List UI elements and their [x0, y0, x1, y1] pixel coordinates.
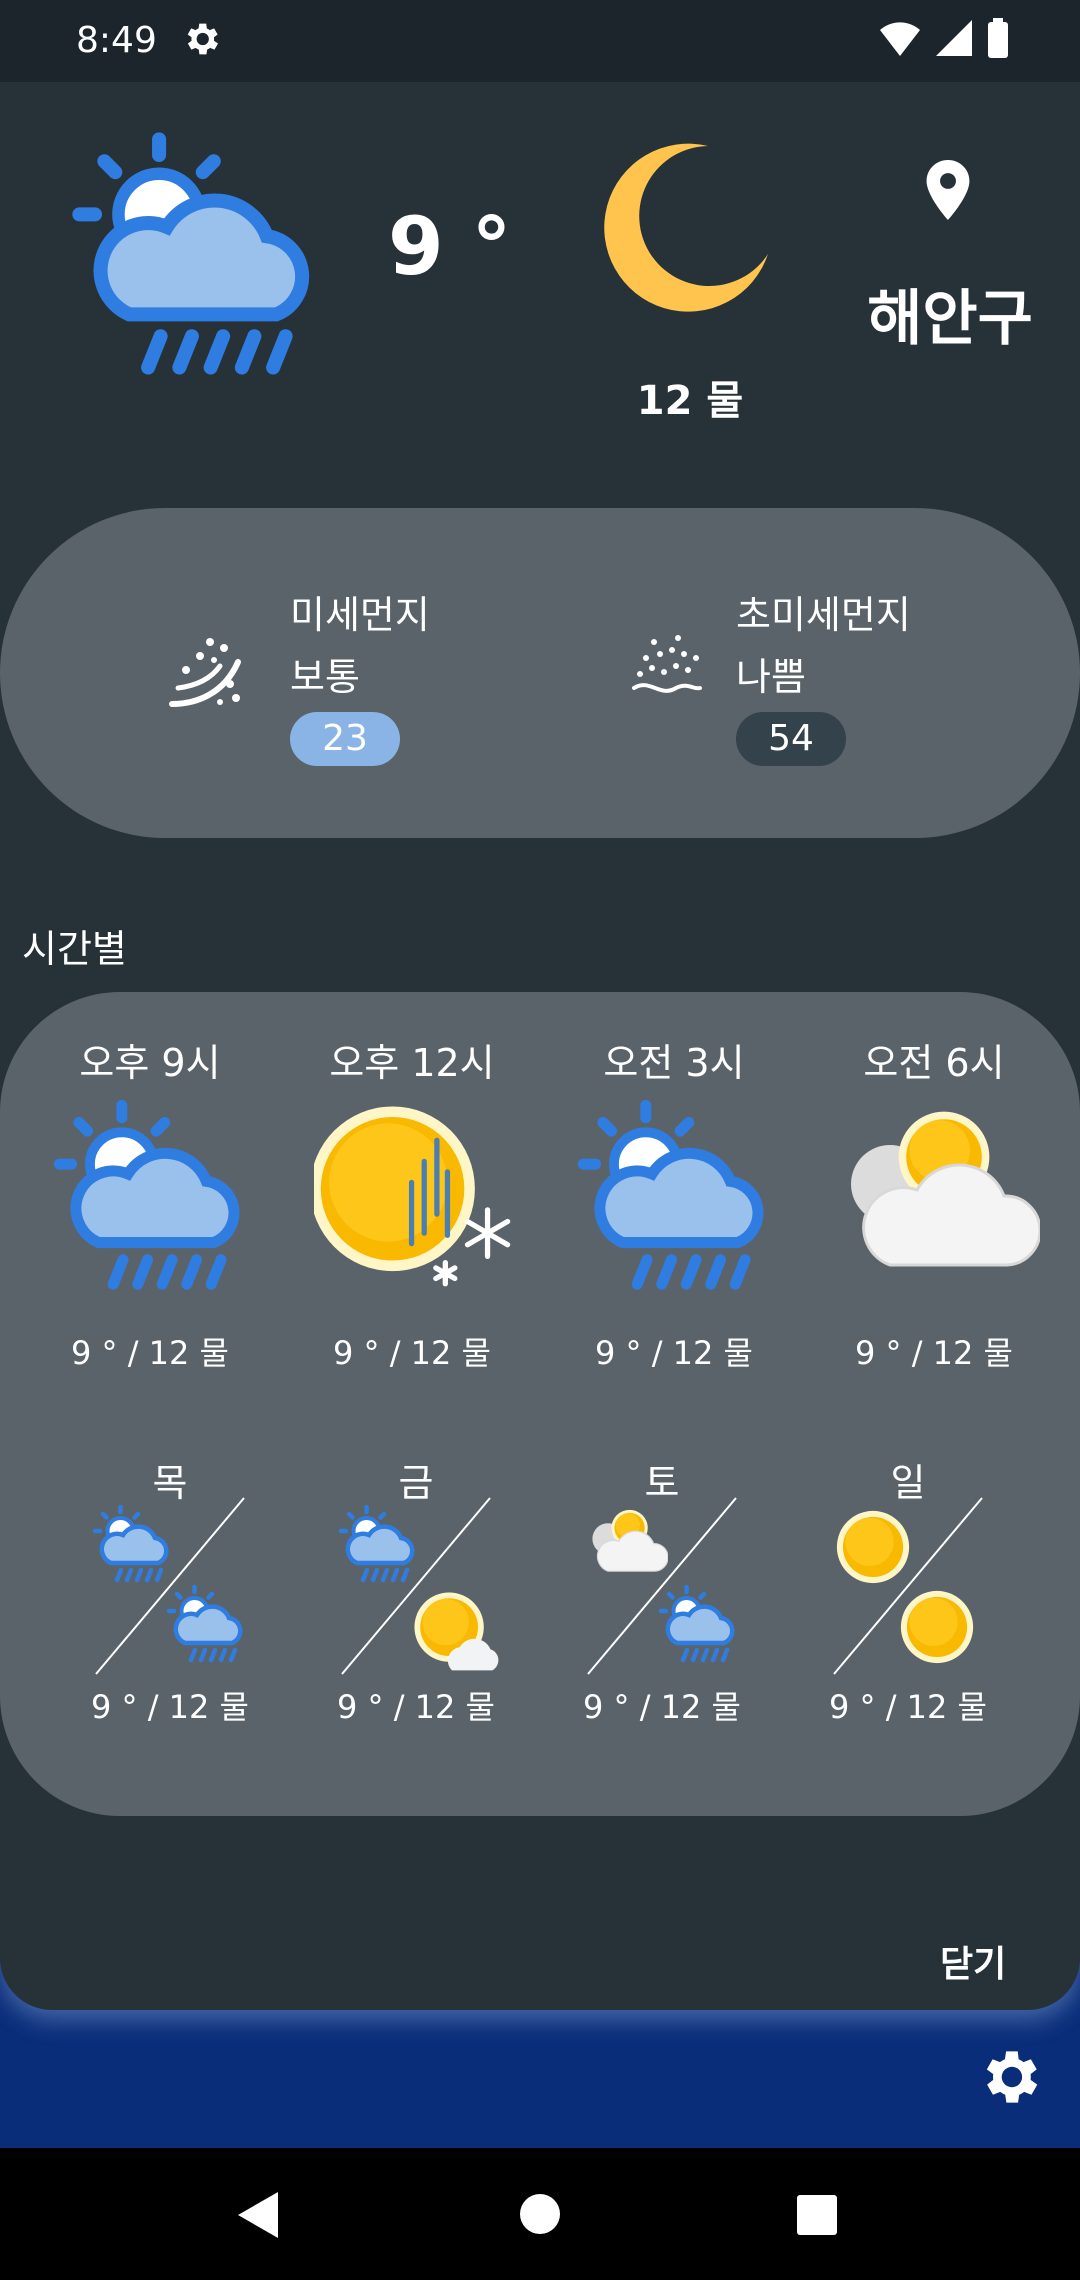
hour-temp: 9 ° / 12 물 — [855, 1334, 1013, 1372]
navigation-bar — [0, 2148, 1080, 2280]
location-pin-icon — [922, 160, 974, 224]
sun-rain-snow-icon — [314, 1098, 526, 1292]
gear-icon — [986, 2051, 1038, 2103]
air-quality-card: 미세먼지 보통 23 초미세먼지 나쁨 54 — [0, 508, 1080, 838]
sun-cloud-icon — [584, 1504, 668, 1580]
hour-label: 오전 3시 — [603, 1041, 745, 1085]
close-button[interactable]: 닫기 — [940, 1935, 1006, 1987]
sun-cloud-rain-icon — [658, 1584, 738, 1668]
sun-cloud-rain-icon — [70, 130, 320, 384]
day-temp: 9 ° / 12 물 — [829, 1688, 987, 1726]
recents-icon[interactable] — [796, 2194, 838, 2236]
home-icon[interactable] — [518, 2192, 562, 2236]
sun-cloud-rain-icon — [52, 1098, 248, 1298]
fine-dust-status: 보통 — [290, 655, 360, 699]
daily-item: 토 9 ° / 12 물 — [562, 1452, 762, 1732]
fine-dust-title: 미세먼지 — [290, 593, 430, 637]
moon-phase-text: 12 물 — [636, 378, 744, 424]
fine-dust-icon — [166, 632, 248, 718]
sun-cloud-rain-icon — [166, 1584, 246, 1668]
crescent-moon-icon — [600, 140, 780, 324]
location-name[interactable]: 해안구 — [840, 270, 1060, 357]
status-time: 8:49 — [76, 20, 157, 61]
hourly-section-title: 시간별 — [22, 927, 127, 971]
settings-status-icon — [180, 18, 222, 64]
sun-cloud-rain-icon — [338, 1504, 418, 1588]
hour-label: 오후 9시 — [79, 1041, 221, 1085]
ultrafine-dust-value-badge: 54 — [736, 712, 846, 766]
sun-cloud-rain-icon — [576, 1098, 772, 1298]
ultrafine-dust-status: 나쁨 — [736, 655, 806, 699]
hour-label: 오전 6시 — [863, 1041, 1005, 1085]
sun-cloud-icon — [830, 1092, 1040, 1286]
ultrafine-dust-icon — [630, 634, 704, 708]
daily-item: 금 9 ° / 12 물 — [316, 1452, 516, 1732]
status-icons — [878, 18, 1010, 58]
hour-label: 오후 12시 — [329, 1041, 495, 1085]
back-icon[interactable] — [236, 2190, 282, 2240]
sun-cloud-rain-icon — [92, 1504, 172, 1588]
signal-icon — [936, 20, 972, 56]
settings-button[interactable] — [974, 2042, 1044, 2116]
daily-item: 목 9 ° / 12 물 — [70, 1452, 270, 1732]
weather-detail-sheet: 8:49 9 ° 12 물 해안구 미세먼지 보통 23 초미세먼지 나쁨 54… — [0, 0, 1080, 2010]
hour-temp: 9 ° / 12 물 — [71, 1334, 229, 1372]
forecast-card: 오후 9시 9 ° / 12 물 오후 12시 9 ° / 12 물 오전 3시… — [0, 992, 1080, 1816]
hour-temp: 9 ° / 12 물 — [595, 1334, 753, 1372]
current-temperature: 9 ° — [388, 200, 512, 293]
day-temp: 9 ° / 12 물 — [583, 1688, 741, 1726]
fine-dust-value-badge: 23 — [290, 712, 400, 766]
day-temp: 9 ° / 12 물 — [91, 1688, 249, 1726]
sun-cloud-icon — [404, 1582, 500, 1682]
status-bar: 8:49 — [0, 0, 1080, 82]
daily-item: 일 9 ° / 12 물 — [808, 1452, 1008, 1732]
day-temp: 9 ° / 12 물 — [337, 1688, 495, 1726]
sun-icon — [830, 1504, 916, 1594]
battery-icon — [988, 18, 1008, 58]
hour-temp: 9 ° / 12 물 — [333, 1334, 491, 1372]
wifi-icon — [880, 22, 920, 56]
ultrafine-dust-title: 초미세먼지 — [736, 593, 911, 637]
sun-icon — [894, 1584, 980, 1674]
